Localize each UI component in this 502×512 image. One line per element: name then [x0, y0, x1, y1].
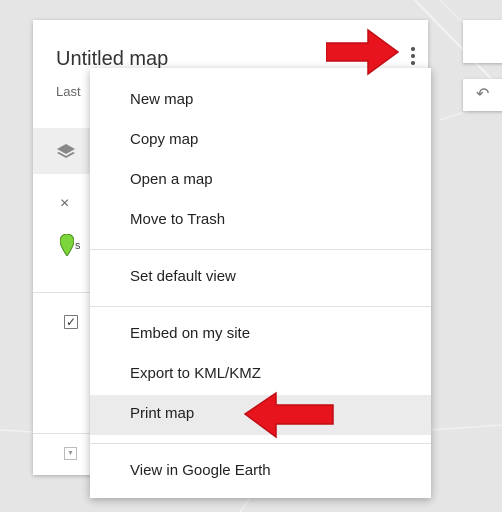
- chevron-down-icon[interactable]: ▼: [64, 447, 77, 460]
- menu-item-google-earth[interactable]: View in Google Earth: [90, 452, 431, 492]
- arrow-left-icon: ↶: [476, 86, 490, 103]
- menu-item-move-to-trash[interactable]: Move to Trash: [90, 201, 431, 241]
- map-tool-button[interactable]: [463, 20, 502, 63]
- place-label: s: [75, 240, 81, 252]
- more-options-icon[interactable]: [406, 44, 420, 70]
- annotation-arrow-right: [326, 28, 400, 76]
- menu-item-embed[interactable]: Embed on my site: [90, 315, 431, 355]
- layers-icon: [57, 144, 75, 158]
- map-pin-icon[interactable]: [60, 234, 74, 256]
- undo-button[interactable]: ↶: [463, 79, 502, 111]
- annotation-arrow-left: [243, 391, 334, 439]
- layer-checkbox[interactable]: ✓: [64, 315, 78, 329]
- menu-divider: [90, 249, 431, 250]
- menu-item-export-kml[interactable]: Export to KML/KMZ: [90, 355, 431, 395]
- menu-divider: [90, 443, 431, 444]
- menu-item-copy-map[interactable]: Copy map: [90, 121, 431, 161]
- menu-item-open-map[interactable]: Open a map: [90, 161, 431, 201]
- menu-divider: [90, 306, 431, 307]
- close-icon[interactable]: ×: [60, 195, 69, 213]
- map-subtitle: Last: [56, 84, 81, 99]
- menu-item-set-default-view[interactable]: Set default view: [90, 258, 431, 298]
- menu-item-new-map[interactable]: New map: [90, 81, 431, 121]
